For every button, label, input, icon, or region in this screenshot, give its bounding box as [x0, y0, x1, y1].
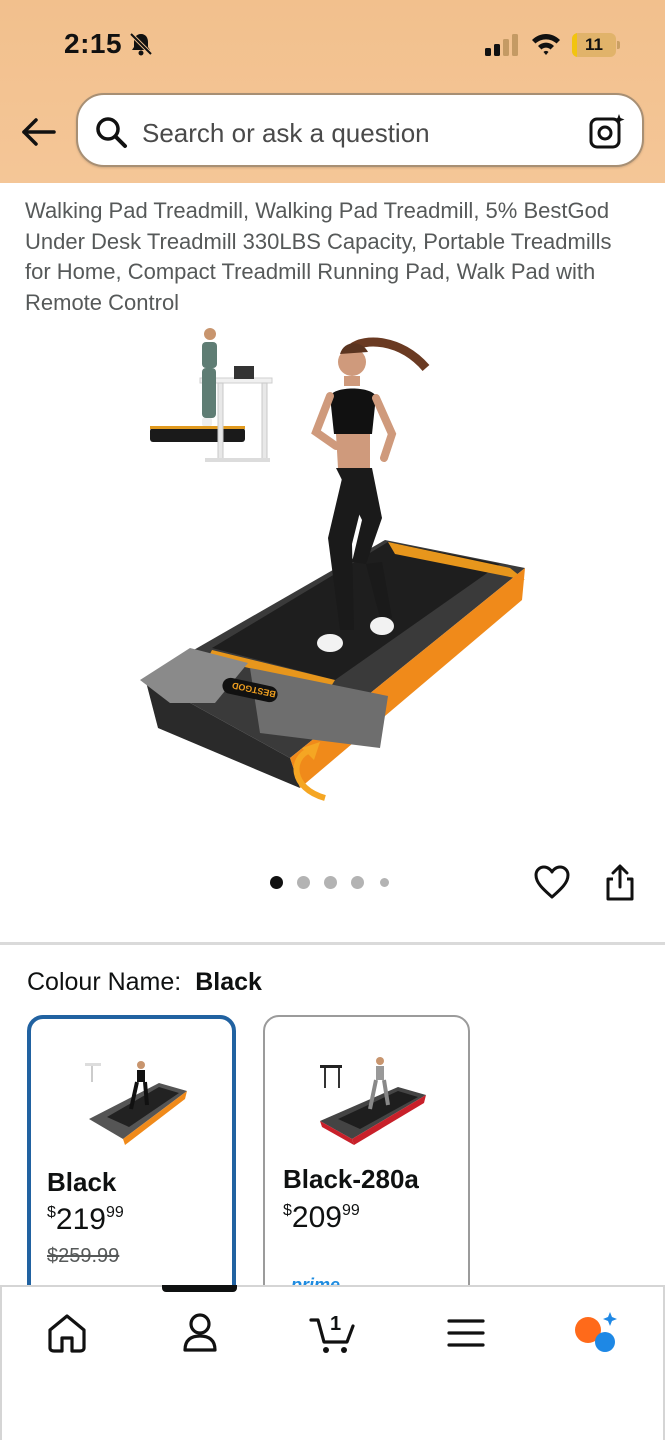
variation-card-black-280a[interactable]: Black-280a $20999 prime: [263, 1015, 470, 1315]
status-time: 2:15: [64, 28, 123, 59]
carousel-dot[interactable]: [270, 876, 283, 889]
search-bar[interactable]: Search or ask a question: [76, 93, 644, 167]
status-bar: 2:15 11: [0, 0, 665, 90]
home-icon[interactable]: [44, 1310, 90, 1356]
camera-lens-icon[interactable]: [588, 113, 626, 151]
cart-count: 1: [330, 1313, 342, 1335]
variation-name: Black: [47, 1167, 117, 1197]
variation-thumbnail: [319, 1057, 426, 1145]
variation-price: $21999: [47, 1203, 124, 1236]
active-tab-indicator: [162, 1285, 237, 1292]
search-icon: [96, 117, 127, 148]
section-divider: [0, 942, 665, 945]
variation-thumbnail: [84, 1061, 187, 1145]
search-input[interactable]: Search or ask a question: [142, 118, 430, 149]
desk-inset-image: [150, 328, 273, 462]
variation-was-price: $259.99: [47, 1245, 120, 1267]
bottom-navigation: [0, 1285, 665, 1440]
battery-level: 11: [585, 35, 603, 54]
bell-muted-icon: [129, 32, 153, 56]
carousel-dot[interactable]: [324, 876, 337, 889]
menu-icon[interactable]: [443, 1310, 489, 1356]
carousel-dot[interactable]: [297, 876, 310, 889]
product-title: Walking Pad Treadmill, Walking Pad Tread…: [25, 198, 612, 315]
share-icon[interactable]: [603, 864, 637, 902]
colour-name-label: Colour Name:: [27, 968, 182, 996]
heart-icon[interactable]: [533, 864, 571, 900]
variation-name: Black-280a: [283, 1164, 419, 1194]
colour-name-row: Colour Name: Black: [27, 968, 262, 997]
image-carousel-dots: [270, 876, 400, 890]
variation-card-black[interactable]: Black $21999 $259.99: [27, 1015, 236, 1315]
wifi-icon: [532, 34, 560, 55]
colour-name-value: Black: [195, 968, 262, 996]
account-icon[interactable]: [177, 1310, 223, 1356]
cellular-signal-icon: [485, 34, 518, 56]
carousel-dot[interactable]: [380, 878, 389, 887]
rufus-assistant-icon[interactable]: [572, 1310, 618, 1356]
treadmill-image: BESTGOD 5°: [140, 540, 525, 801]
variation-price: $20999: [283, 1201, 360, 1234]
incline-badge: 5°: [377, 738, 437, 796]
battery-icon: 11: [572, 33, 620, 57]
carousel-dot[interactable]: [351, 876, 364, 889]
back-arrow-icon[interactable]: [20, 113, 58, 151]
product-image[interactable]: BESTGOD 5°: [130, 318, 540, 828]
header-bar: 2:15 11 Search or ask a question: [0, 0, 665, 183]
